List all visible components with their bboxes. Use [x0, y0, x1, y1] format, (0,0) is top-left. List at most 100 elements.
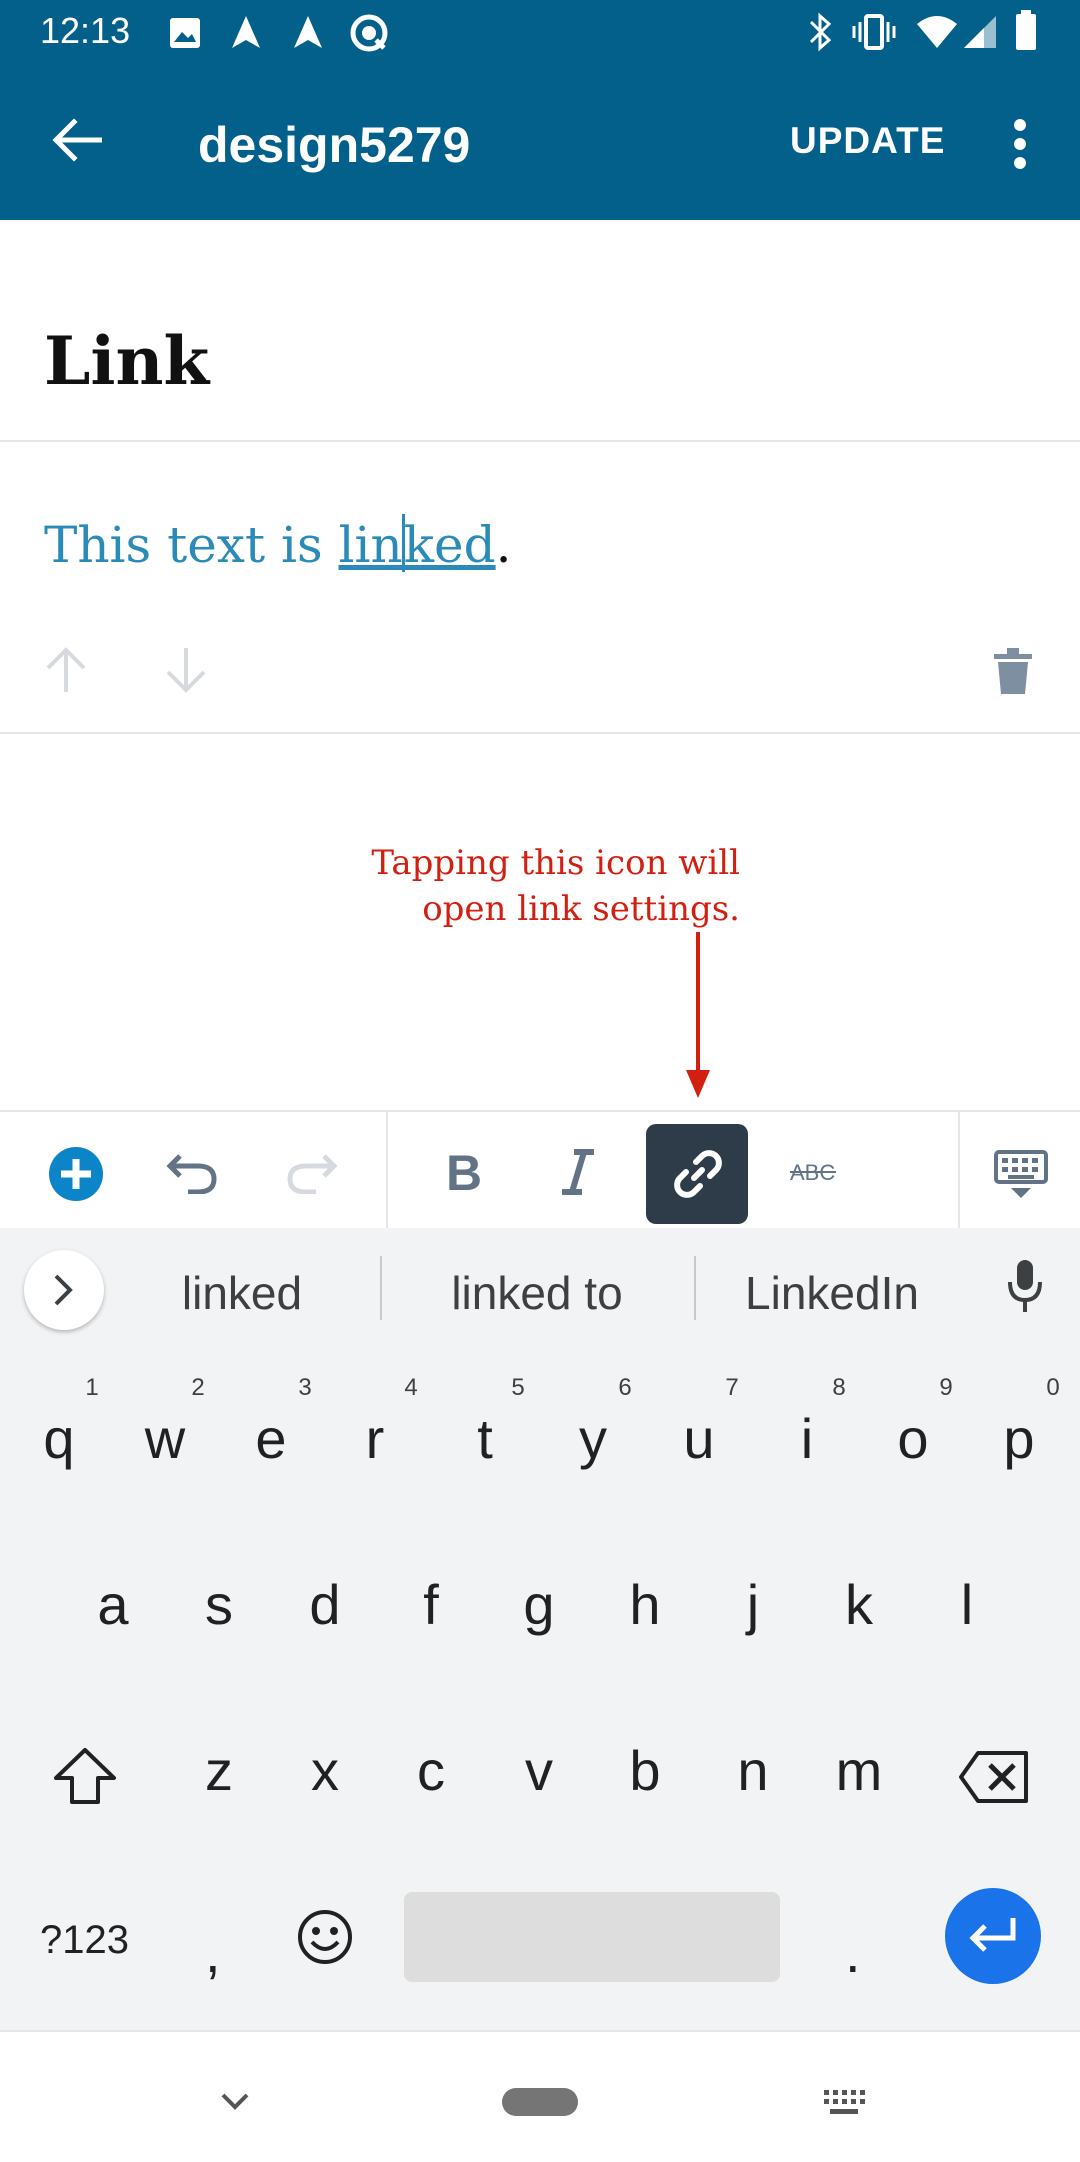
- key-i[interactable]: i: [762, 1406, 852, 1471]
- format-toolbar: B ABC: [0, 1110, 1080, 1230]
- key-hint: 3: [298, 1374, 312, 1401]
- annotation-text: Tapping this icon will open link setting…: [300, 840, 740, 932]
- toolbar-separator-2: [958, 1112, 960, 1230]
- key-a[interactable]: a: [68, 1572, 158, 1637]
- emoji-icon[interactable]: [296, 1908, 354, 1966]
- suggestion-3[interactable]: LinkedIn: [722, 1266, 942, 1320]
- paragraph-text[interactable]: This text is linked.: [44, 514, 512, 574]
- enter-arrow-icon: [967, 1916, 1019, 1956]
- app-bar: design5279 UPDATE: [0, 66, 1080, 220]
- key-b[interactable]: b: [600, 1738, 690, 1803]
- key-v[interactable]: v: [494, 1738, 584, 1803]
- backspace-icon[interactable]: [958, 1750, 1030, 1804]
- update-button[interactable]: UPDATE: [790, 120, 945, 162]
- paragraph-text-before: This text is: [44, 516, 339, 574]
- key-t[interactable]: t: [440, 1406, 530, 1471]
- image-notification-icon: [168, 16, 202, 50]
- status-bar: 12:13: [0, 0, 1080, 66]
- key-u[interactable]: u: [654, 1406, 744, 1471]
- key-hint: 6: [618, 1374, 632, 1401]
- period-key[interactable]: .: [845, 1920, 861, 1985]
- key-r[interactable]: r: [330, 1406, 420, 1471]
- key-hint: 9: [939, 1374, 953, 1401]
- suggestion-2[interactable]: linked to: [412, 1266, 662, 1320]
- keyboard: 1 2 3 4 5 6 7 8 9 0 q w e r t y u i o p …: [0, 1350, 1080, 2030]
- move-up-icon[interactable]: [44, 646, 88, 694]
- chevron-right-icon: [52, 1272, 76, 1308]
- bold-icon[interactable]: B: [444, 1148, 480, 1196]
- key-hint: 2: [191, 1374, 205, 1401]
- linked-text[interactable]: linked: [339, 514, 496, 574]
- key-q[interactable]: q: [14, 1406, 104, 1471]
- hide-keyboard-icon[interactable]: [994, 1150, 1048, 1200]
- key-h[interactable]: h: [600, 1572, 690, 1637]
- status-time: 12:13: [40, 10, 131, 51]
- battery-icon: [1014, 10, 1038, 52]
- suggestion-strip: linked linked to LinkedIn: [0, 1228, 1080, 1350]
- vibrate-icon: [852, 14, 896, 50]
- navigation-notification-icon-2: [290, 14, 326, 50]
- redo-icon[interactable]: [286, 1150, 338, 1194]
- key-d[interactable]: d: [280, 1572, 370, 1637]
- navigation-notification-icon: [228, 14, 264, 50]
- suggestion-separator: [380, 1256, 382, 1320]
- suggestion-separator-2: [694, 1256, 696, 1320]
- annotation-line-1: Tapping this icon will: [371, 843, 740, 883]
- key-hint: 8: [832, 1374, 846, 1401]
- key-hint: 1: [85, 1374, 99, 1401]
- key-e[interactable]: e: [226, 1406, 316, 1471]
- italic-icon[interactable]: [560, 1148, 596, 1196]
- payment-notification-icon: [350, 14, 388, 52]
- undo-icon[interactable]: [166, 1150, 218, 1194]
- key-j[interactable]: j: [708, 1572, 798, 1637]
- key-w[interactable]: w: [120, 1406, 210, 1471]
- key-hint: 7: [725, 1374, 739, 1401]
- bluetooth-icon: [805, 12, 835, 52]
- key-s[interactable]: s: [174, 1572, 264, 1637]
- annotation-arrow: [680, 932, 716, 1100]
- strikethrough-icon[interactable]: ABC: [790, 1156, 836, 1186]
- key-g[interactable]: g: [494, 1572, 584, 1637]
- key-x[interactable]: x: [280, 1738, 370, 1803]
- suggestion-1[interactable]: linked: [132, 1266, 352, 1320]
- more-options-icon[interactable]: [1008, 118, 1032, 170]
- enter-key[interactable]: [945, 1888, 1041, 1984]
- key-hint: 0: [1046, 1374, 1060, 1401]
- wifi-icon: [915, 14, 959, 50]
- home-button[interactable]: [502, 2088, 578, 2116]
- heading-block[interactable]: Link: [0, 220, 1080, 442]
- signal-icon: [962, 14, 998, 50]
- key-l[interactable]: l: [922, 1572, 1012, 1637]
- key-f[interactable]: f: [386, 1572, 476, 1637]
- post-title: design5279: [198, 117, 471, 173]
- symbols-key[interactable]: ?123: [40, 1918, 129, 1963]
- shift-icon[interactable]: [52, 1746, 118, 1806]
- chevron-down-icon[interactable]: [220, 2092, 250, 2110]
- paragraph-text-after: .: [495, 516, 512, 574]
- key-y[interactable]: y: [548, 1406, 638, 1471]
- key-p[interactable]: p: [974, 1406, 1064, 1471]
- key-o[interactable]: o: [868, 1406, 958, 1471]
- key-n[interactable]: n: [708, 1738, 798, 1803]
- comma-key[interactable]: ,: [205, 1920, 221, 1985]
- spacebar[interactable]: [404, 1892, 780, 1982]
- key-hint: 4: [404, 1374, 418, 1401]
- add-block-icon[interactable]: [48, 1146, 104, 1202]
- move-down-icon[interactable]: [164, 646, 208, 694]
- key-m[interactable]: m: [814, 1738, 904, 1803]
- heading-text[interactable]: Link: [44, 322, 209, 400]
- keyboard-switch-icon[interactable]: [822, 2088, 866, 2118]
- back-arrow-icon[interactable]: [52, 118, 102, 162]
- navigation-bar: [0, 2030, 1080, 2162]
- toolbar-separator: [386, 1112, 388, 1230]
- trash-icon[interactable]: [994, 648, 1032, 694]
- key-c[interactable]: c: [386, 1738, 476, 1803]
- microphone-icon[interactable]: [1006, 1258, 1044, 1314]
- key-k[interactable]: k: [814, 1572, 904, 1637]
- svg-text:B: B: [446, 1148, 480, 1196]
- expand-suggestions-button[interactable]: [24, 1250, 104, 1330]
- link-icon: [672, 1148, 724, 1200]
- key-z[interactable]: z: [174, 1738, 264, 1803]
- link-button[interactable]: [646, 1124, 748, 1224]
- paragraph-block[interactable]: This text is linked.: [0, 442, 1080, 734]
